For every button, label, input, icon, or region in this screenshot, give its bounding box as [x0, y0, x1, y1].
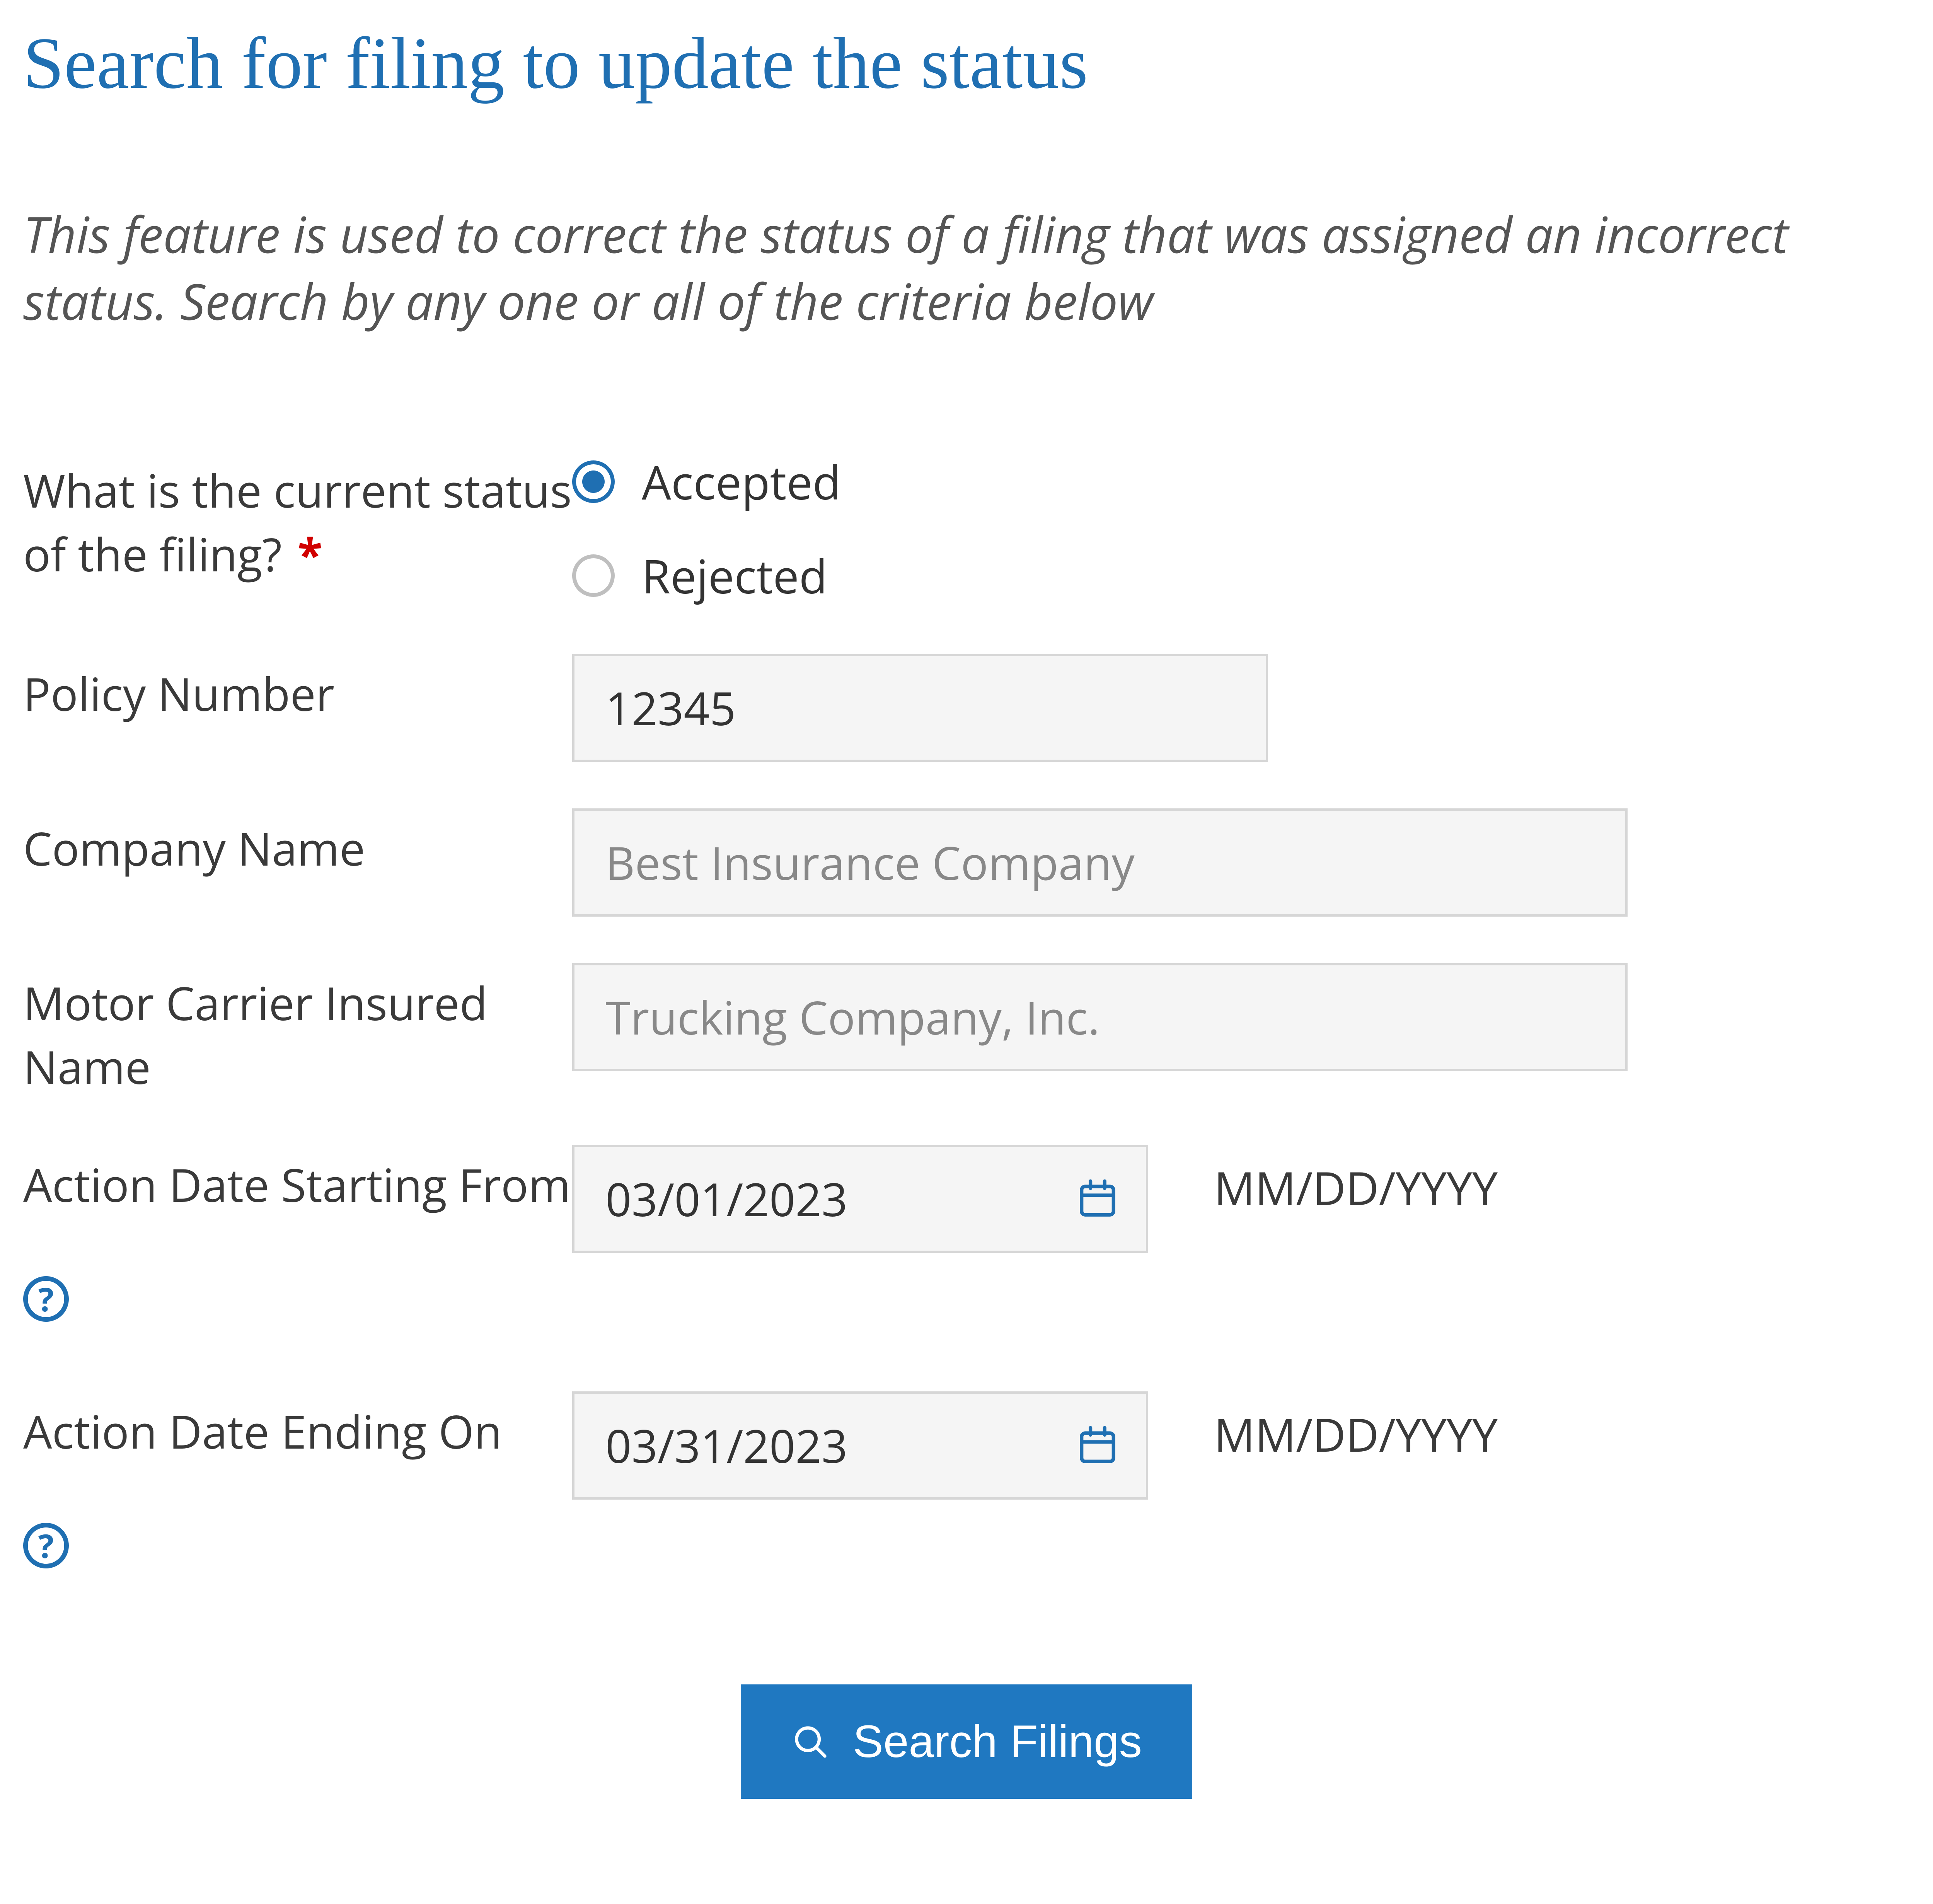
radio-rejected-button[interactable] [572, 554, 615, 597]
status-radio-group: Accepted Rejected [572, 450, 841, 607]
row-date-to: Action Date Ending On 03/31/2023 MM/DD/Y… [23, 1391, 1910, 1500]
date-from-value: 03/01/2023 [605, 1168, 847, 1230]
radio-accepted-button[interactable] [572, 460, 615, 503]
search-filing-form: Search for filing to update the status T… [0, 0, 1933, 1838]
calendar-icon[interactable] [1076, 1178, 1119, 1220]
page-title: Search for filing to update the status [23, 23, 1910, 104]
radio-accepted[interactable]: Accepted [572, 450, 841, 513]
help-icon[interactable]: ? [23, 1523, 69, 1568]
date-to-label: Action Date Ending On [23, 1391, 572, 1463]
search-filings-label: Search Filings [853, 1715, 1142, 1768]
company-name-input[interactable]: Best Insurance Company [572, 808, 1628, 917]
radio-accepted-label: Accepted [642, 450, 841, 513]
insured-name-input[interactable]: Trucking Company, Inc. [572, 963, 1628, 1071]
policy-number-label: Policy Number [23, 654, 572, 725]
date-from-input[interactable]: 03/01/2023 [572, 1145, 1148, 1253]
submit-row: Search Filings [23, 1684, 1910, 1799]
insured-name-label: Motor Carrier Insured Name [23, 963, 572, 1098]
date-from-hint: MM/DD/YYYY [1148, 1145, 1498, 1219]
date-from-label: Action Date Starting From [23, 1145, 572, 1216]
row-company-name: Company Name Best Insurance Company [23, 808, 1910, 917]
row-status: What is the current status of the filing… [23, 450, 1910, 607]
policy-number-input[interactable]: 12345 [572, 654, 1268, 762]
required-asterisk: * [298, 523, 322, 585]
row-insured-name: Motor Carrier Insured Name Trucking Comp… [23, 963, 1910, 1098]
date-to-input[interactable]: 03/31/2023 [572, 1391, 1148, 1500]
page-description: This feature is used to correct the stat… [23, 201, 1910, 334]
date-to-value: 03/31/2023 [605, 1414, 847, 1476]
date-from-help-row: ? [23, 1276, 1910, 1322]
status-label: What is the current status of the filing… [23, 450, 572, 586]
date-to-hint: MM/DD/YYYY [1148, 1391, 1498, 1465]
search-filings-button[interactable]: Search Filings [741, 1684, 1192, 1799]
search-icon [791, 1722, 830, 1761]
row-policy-number: Policy Number 12345 [23, 654, 1910, 762]
help-icon[interactable]: ? [23, 1276, 69, 1322]
row-date-from: Action Date Starting From 03/01/2023 MM/… [23, 1145, 1910, 1253]
radio-rejected[interactable]: Rejected [572, 544, 841, 607]
company-name-label: Company Name [23, 808, 572, 880]
radio-rejected-label: Rejected [642, 544, 827, 607]
date-to-help-row: ? [23, 1523, 1910, 1568]
calendar-icon[interactable] [1076, 1424, 1119, 1467]
